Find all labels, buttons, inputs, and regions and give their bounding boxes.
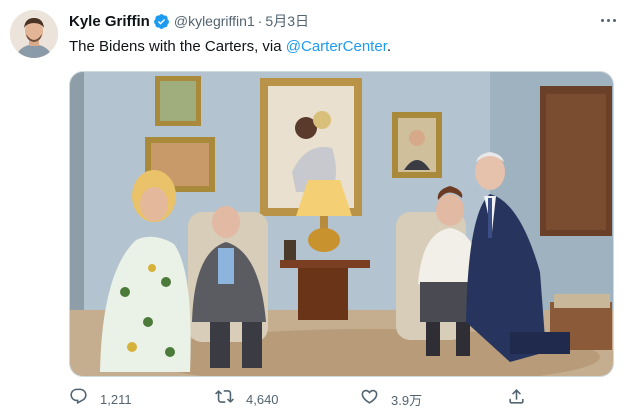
like-button[interactable]: 3.9万 [360, 388, 422, 410]
tweet-date[interactable]: 5月3日 [265, 11, 309, 31]
retweet-icon [215, 387, 234, 411]
share-icon [507, 387, 526, 411]
more-dots-icon[interactable] [601, 12, 616, 28]
retweet-button[interactable]: 4,640 [215, 388, 279, 410]
verified-badge-icon [153, 13, 170, 30]
reply-icon [69, 387, 88, 411]
tweet-header: Kyle Griffin @kylegriffin1 · 5月3日 [69, 11, 309, 31]
tweet-photo[interactable] [69, 71, 614, 377]
author-name[interactable]: Kyle Griffin [69, 13, 150, 30]
heart-icon [360, 387, 379, 411]
share-button[interactable] [507, 388, 526, 410]
tweet-actions: 1,211 4,640 3.9万 [69, 388, 549, 410]
separator-dot: · [257, 13, 263, 29]
tweet-text-body: The Bidens with the Carters, via [69, 38, 286, 55]
reply-count: 1,211 [100, 391, 132, 407]
mention-link[interactable]: @CarterCenter [286, 38, 387, 55]
reply-button[interactable]: 1,211 [69, 388, 132, 410]
avatar[interactable] [10, 10, 58, 58]
tweet[interactable]: Kyle Griffin @kylegriffin1 · 5月3日 The Bi… [0, 0, 640, 411]
tweet-text: The Bidens with the Carters, via @Carter… [69, 37, 391, 57]
like-count: 3.9万 [391, 392, 423, 408]
retweet-count: 4,640 [246, 391, 279, 407]
author-handle[interactable]: @kylegriffin1 [174, 13, 255, 29]
tweet-text-end: . [386, 38, 392, 55]
